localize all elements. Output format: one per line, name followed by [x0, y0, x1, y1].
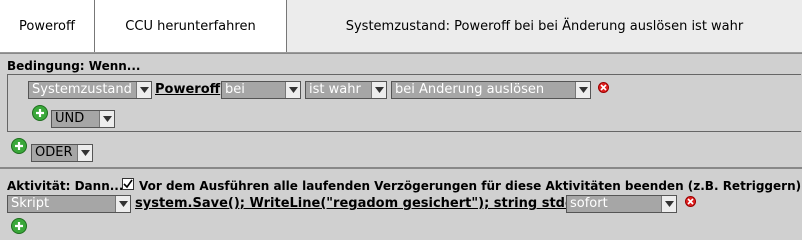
condition-object-link[interactable]: Poweroff — [155, 82, 220, 97]
or-operator-select[interactable]: ODER — [31, 144, 93, 162]
program-name: Poweroff — [19, 18, 75, 34]
chevron-down-icon — [77, 145, 92, 161]
condition-type-value: Systemzustand — [32, 82, 132, 97]
program-header: Poweroff CCU herunterfahren Systemzustan… — [0, 0, 802, 53]
chevron-down-icon — [575, 82, 590, 98]
condition-when-select[interactable]: bei — [221, 81, 301, 99]
condition-state-select[interactable]: ist wahr — [305, 81, 387, 99]
add-icon[interactable] — [11, 138, 27, 154]
condition-title: Bedingung: Wenn... — [7, 59, 141, 73]
condition-type-select[interactable]: Systemzustand — [28, 81, 152, 99]
program-description: CCU herunterfahren — [125, 18, 256, 34]
retrigger-checkbox[interactable] — [122, 178, 134, 190]
and-operator-value: UND — [55, 111, 85, 126]
condition-when-value: bei — [225, 82, 245, 97]
activity-action-select[interactable]: Skript — [7, 195, 131, 213]
activity-timing-value: sofort — [570, 196, 608, 211]
checkmark-icon — [123, 179, 133, 189]
chevron-down-icon — [371, 82, 386, 98]
add-icon[interactable] — [11, 218, 27, 234]
retrigger-label: Vor dem Ausführen alle laufenden Verzöge… — [139, 179, 802, 193]
activity-section: Aktivität: Dann... Vor dem Ausführen all… — [0, 167, 802, 240]
activity-action-value: Skript — [11, 196, 50, 211]
program-description-cell[interactable]: CCU herunterfahren — [95, 0, 287, 52]
program-summary: Systemzustand: Poweroff bei bei Änderung… — [345, 18, 744, 34]
chevron-down-icon — [115, 196, 130, 212]
chevron-down-icon — [99, 111, 114, 127]
script-link[interactable]: system.Save(); WriteLine("regadom gesich… — [135, 196, 604, 211]
condition-trigger-select[interactable]: bei Änderung auslösen — [391, 81, 591, 99]
program-name-cell[interactable]: Poweroff — [0, 0, 95, 52]
delete-icon[interactable] — [598, 82, 609, 93]
chevron-down-icon — [661, 196, 676, 212]
condition-section: Bedingung: Wenn... Systemzustand Powerof… — [0, 53, 802, 166]
chevron-down-icon — [285, 82, 300, 98]
condition-group: Systemzustand Poweroff bei ist wahr bei … — [7, 74, 801, 132]
add-icon[interactable] — [32, 105, 48, 121]
activity-timing-select[interactable]: sofort — [566, 195, 677, 213]
condition-state-value: ist wahr — [309, 82, 361, 97]
delete-icon[interactable] — [685, 196, 696, 207]
program-summary-cell: Systemzustand: Poweroff bei bei Änderung… — [287, 0, 802, 52]
or-operator-value: ODER — [35, 145, 73, 160]
activity-title: Aktivität: Dann... — [7, 179, 124, 193]
chevron-down-icon — [136, 82, 151, 98]
condition-trigger-value: bei Änderung auslösen — [395, 82, 545, 97]
and-operator-select[interactable]: UND — [51, 110, 115, 128]
